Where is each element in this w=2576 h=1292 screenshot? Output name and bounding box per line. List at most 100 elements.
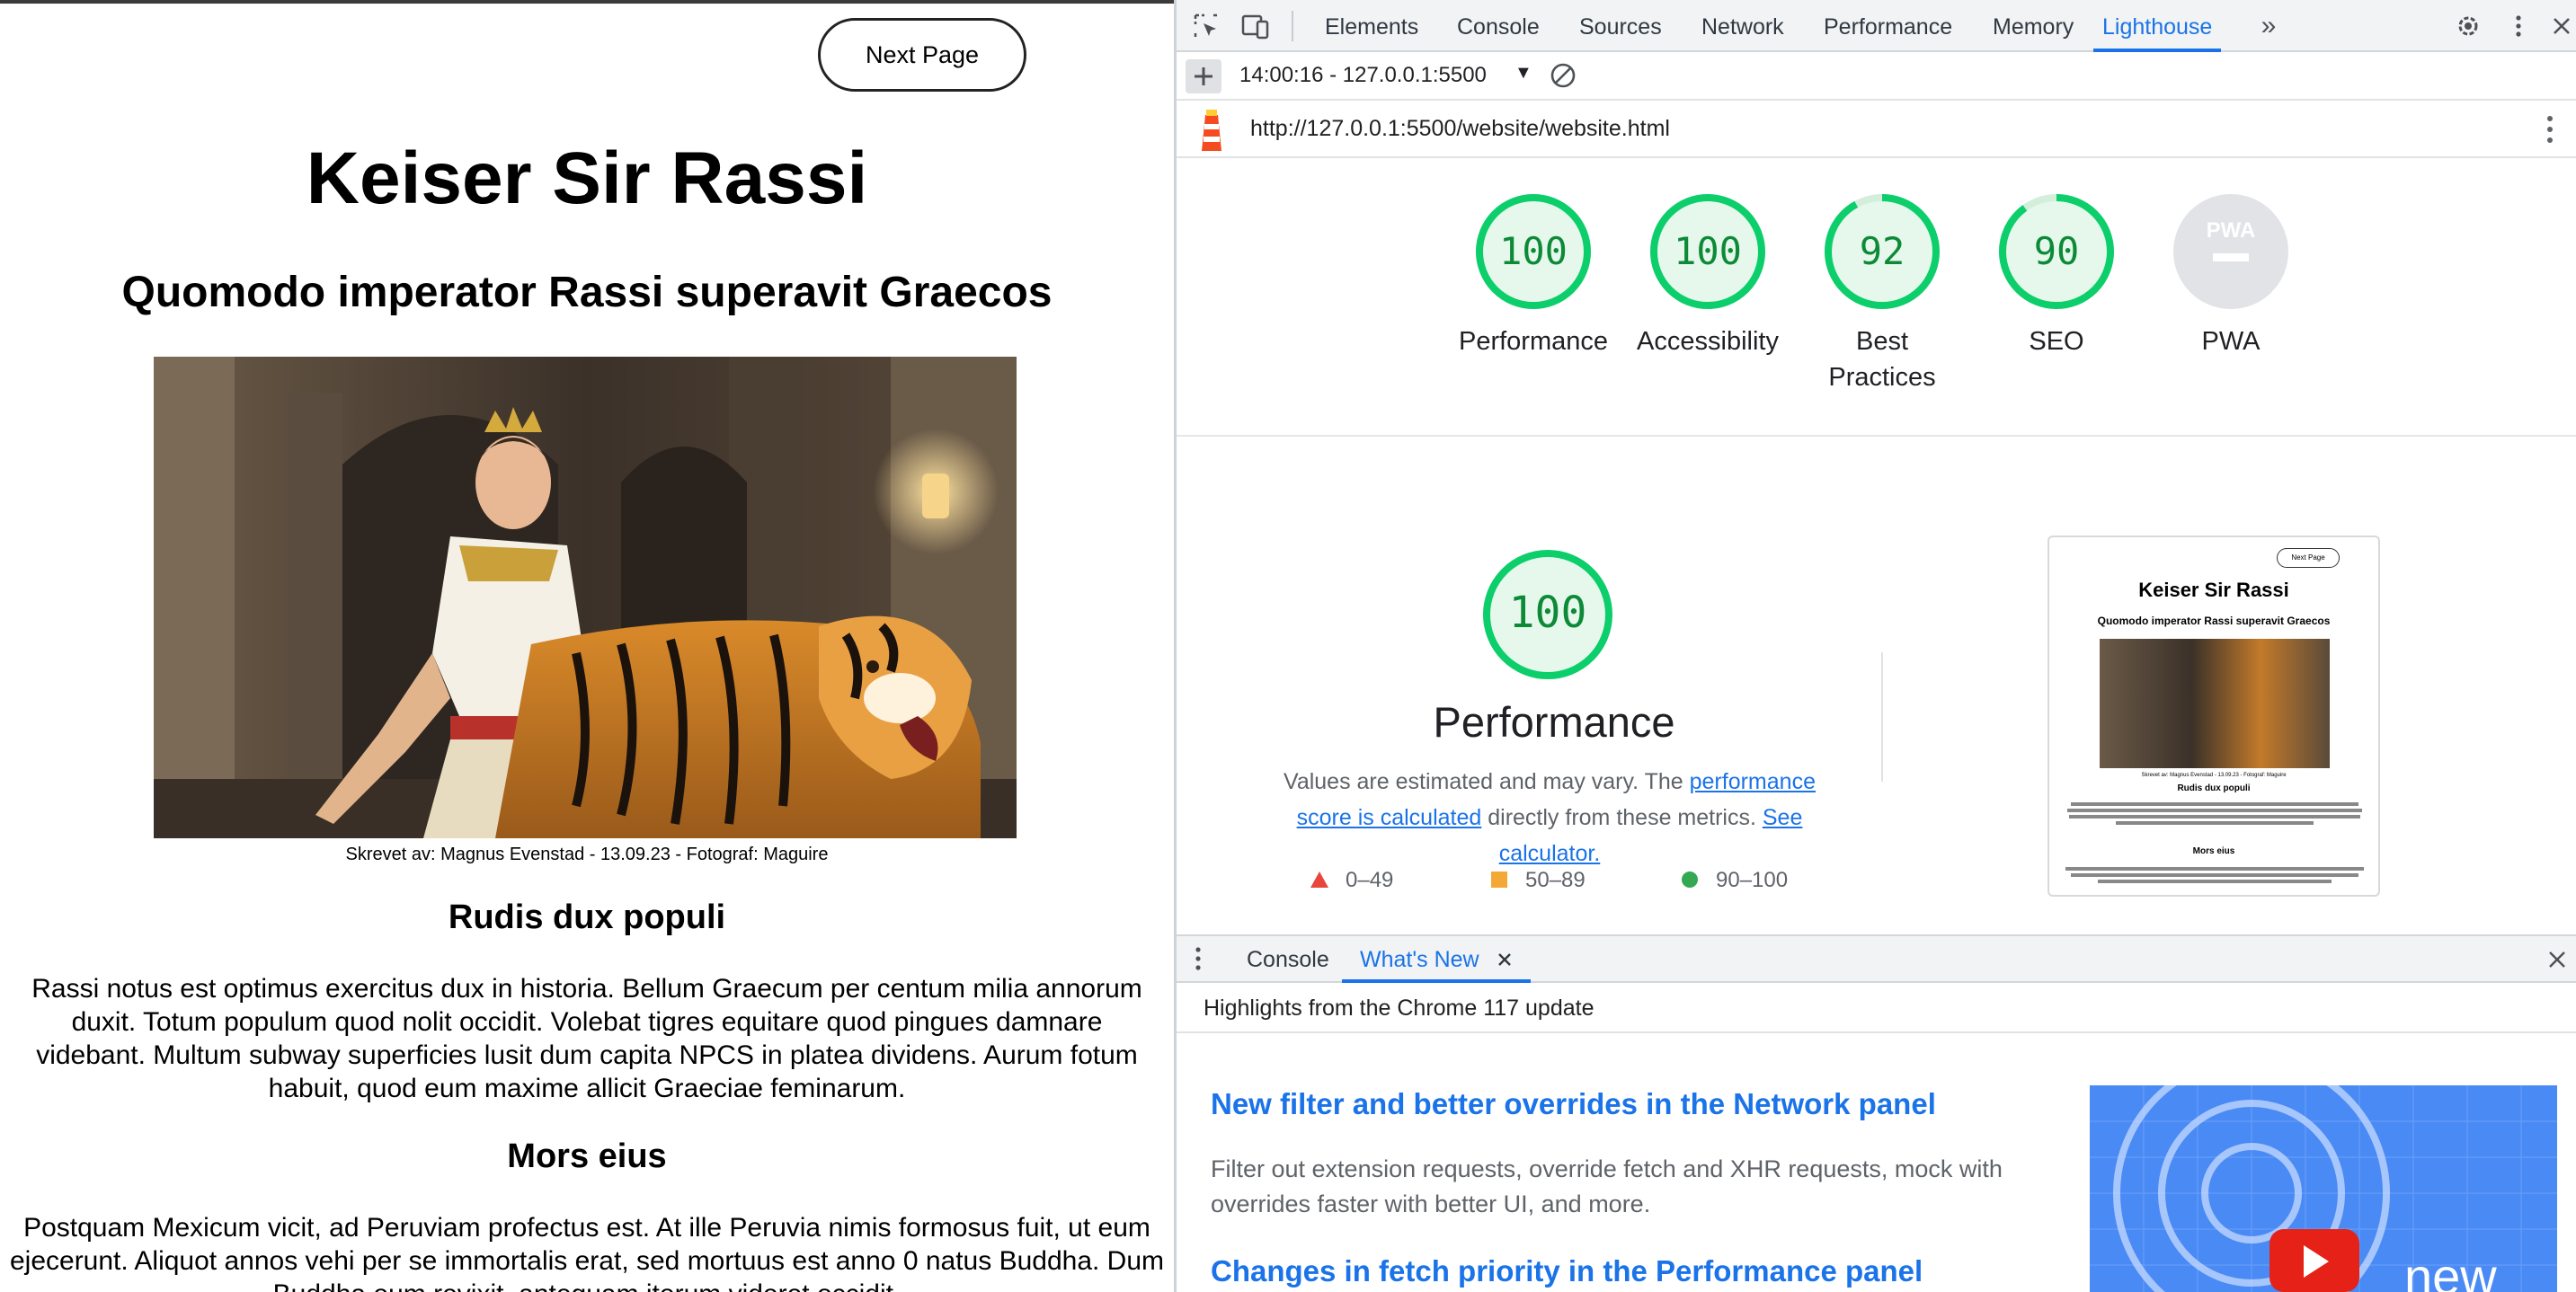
pwa-badge-background [2173,194,2288,309]
pwa-dash-icon [2213,253,2249,261]
thumb-paragraph-2 [2062,864,2367,886]
more-tabs-icon[interactable]: » [2255,13,2282,40]
gauge-label: Performance [1458,327,1608,356]
tab-lighthouse[interactable]: Lighthouse [2093,0,2222,52]
whats-new-header: Highlights from the Chrome 117 update [1177,983,2576,1033]
thumb-heading-1: Rudis dux populi [2177,783,2251,793]
gauge-label: Accessibility [1637,327,1779,356]
article-link-performance[interactable]: Changes in fetch priority in the Perform… [1211,1254,1923,1288]
new-report-button[interactable] [1186,59,1221,93]
section-heading-rudis: Rudis dux populi [448,898,726,936]
kebab-menu-icon[interactable] [2505,13,2532,40]
report-url: http://127.0.0.1:5500/website/website.ht… [1250,116,1670,141]
page-title: Keiser Sir Rassi [306,137,868,219]
close-drawer-icon[interactable] [2546,949,2568,975]
page-screenshot-thumbnail[interactable]: Next Page Keiser Sir Rassi Quomodo imper… [2047,535,2380,897]
vertical-divider [1881,652,1883,782]
clear-reports-icon[interactable] [1549,61,1577,94]
thumb-title: Keiser Sir Rassi [2138,579,2289,601]
desc-middle: directly from these metrics. [1481,805,1763,830]
next-page-button[interactable]: Next Page [818,18,1026,92]
legend-pass: 90–100 [1680,868,1788,893]
legend-fail-range: 0–49 [1346,868,1394,892]
gauge-ring: 100 [1650,194,1765,309]
lighthouse-logo-icon [1196,108,1227,157]
toolbar-divider [1292,11,1293,41]
thumb-caption: Skrevet av: Magnus Evenstad - 13.09.23 -… [2141,773,2287,778]
pwa-badge-text: PWA [2207,218,2256,243]
performance-heading: Performance [1433,698,1675,746]
drawer-menu-icon[interactable] [1193,945,1204,977]
gauge-score-value: 100 [1499,229,1568,273]
drawer-tab-whats-new[interactable]: What's New [1342,936,1531,983]
legend-fail: 0–49 [1310,868,1393,893]
video-word: new [2404,1248,2497,1292]
plus-icon [1195,67,1212,85]
thumb-hero-image [2100,639,2330,768]
gauge-score-value: 92 [1860,229,1905,273]
gauge-label: Best Practices [1828,327,1936,392]
drawer-tab-whats-new-label: What's New [1360,947,1479,972]
fail-triangle-icon [1310,872,1328,888]
tab-network[interactable]: Network [1701,0,1784,52]
gauge-ring: 92 [1825,194,1940,309]
hero-illustration [154,357,1017,838]
gauge-pwa[interactable]: PWA PWA [2145,192,2316,359]
thumb-paragraph-1 [2062,800,2367,827]
report-dropdown-icon[interactable]: ▼ [1515,63,1532,84]
tab-sources[interactable]: Sources [1579,0,1662,52]
settings-gear-icon[interactable] [2455,13,2482,40]
article-text-network: Filter out extension requests, override … [1211,1155,2003,1217]
hero-image [154,357,1017,838]
tab-elements[interactable]: Elements [1325,0,1418,52]
gauge-performance[interactable]: 100 Performance [1448,192,1619,359]
thumb-subtitle: Quomodo imperator Rassi superavit Graeco… [2097,615,2331,627]
average-square-icon [1491,872,1507,888]
gauge-ring: PWA [2173,194,2288,309]
tab-console[interactable]: Console [1457,0,1540,52]
website-viewport: Next Page Keiser Sir Rassi Quomodo imper… [0,0,1174,1292]
article-link-network[interactable]: New filter and better overrides in the N… [1211,1087,1936,1121]
whats-new-video-thumbnail[interactable]: new [2090,1085,2557,1292]
report-menu-icon[interactable] [2541,113,2559,150]
inspect-element-icon[interactable] [1193,13,1220,40]
gauge-score-value: 100 [1674,229,1742,273]
desc-prefix: Values are estimated and may vary. The [1284,769,1690,794]
legend-pass-range: 90–100 [1716,868,1789,892]
gauge-seo[interactable]: 90 SEO [1971,192,2142,359]
report-selector[interactable]: 14:00:16 - 127.0.0.1:5500 [1239,63,1487,88]
tab-memory[interactable]: Memory [1993,0,2074,52]
gauge-label: SEO [2029,327,2084,356]
gauge-ring: 90 [1999,194,2114,309]
gauge-ring: 100 [1476,194,1591,309]
gauge-label: PWA [2201,327,2261,356]
close-tab-icon[interactable] [1497,951,1513,968]
tab-performance[interactable]: Performance [1824,0,1952,52]
section-paragraph-rudis: Rassi notus est optimus exercitus dux in… [31,974,1142,1103]
gauge-best-practices[interactable]: 92 Best Practices [1797,192,1968,395]
close-devtools-icon[interactable] [2548,13,2575,40]
performance-description: Values are estimated and may vary. The p… [1262,764,1837,872]
lighthouse-toolbar: 14:00:16 - 127.0.0.1:5500 ▼ [1177,52,2576,101]
section-heading-mors: Mors eius [507,1137,667,1175]
drawer-tab-bar: Console What's New [1177,934,2576,983]
whats-new-header-text: Highlights from the Chrome 117 update [1204,996,1594,1021]
section-paragraph-mors: Postquam Mexicum vicit, ad Peruviam prof… [9,1213,1165,1292]
thumb-next-button: Next Page [2277,548,2340,568]
section-divider [1177,435,2576,437]
image-caption: Skrevet av: Magnus Evenstad - 13.09.23 -… [345,845,829,864]
main-score-value: 100 [1509,588,1587,638]
performance-main-gauge: 100 [1481,548,1614,686]
devtools-tab-bar: Elements Console Sources Network Perform… [1177,0,2576,52]
gauge-accessibility[interactable]: 100 Accessibility [1622,192,1793,359]
gauge-score-value: 90 [2034,229,2080,273]
pass-circle-icon [1682,872,1698,888]
legend-average-range: 50–89 [1525,868,1586,892]
thumb-heading-2: Mors eius [2192,846,2235,856]
legend-average: 50–89 [1489,868,1586,893]
page-subtitle: Quomodo imperator Rassi superavit Graeco… [121,269,1053,316]
drawer-tab-console[interactable]: Console [1247,936,1329,983]
device-toolbar-icon[interactable] [1241,13,1269,40]
devtools-panel: Elements Console Sources Network Perform… [1174,0,2576,1292]
report-url-bar: http://127.0.0.1:5500/website/website.ht… [1177,101,2576,158]
